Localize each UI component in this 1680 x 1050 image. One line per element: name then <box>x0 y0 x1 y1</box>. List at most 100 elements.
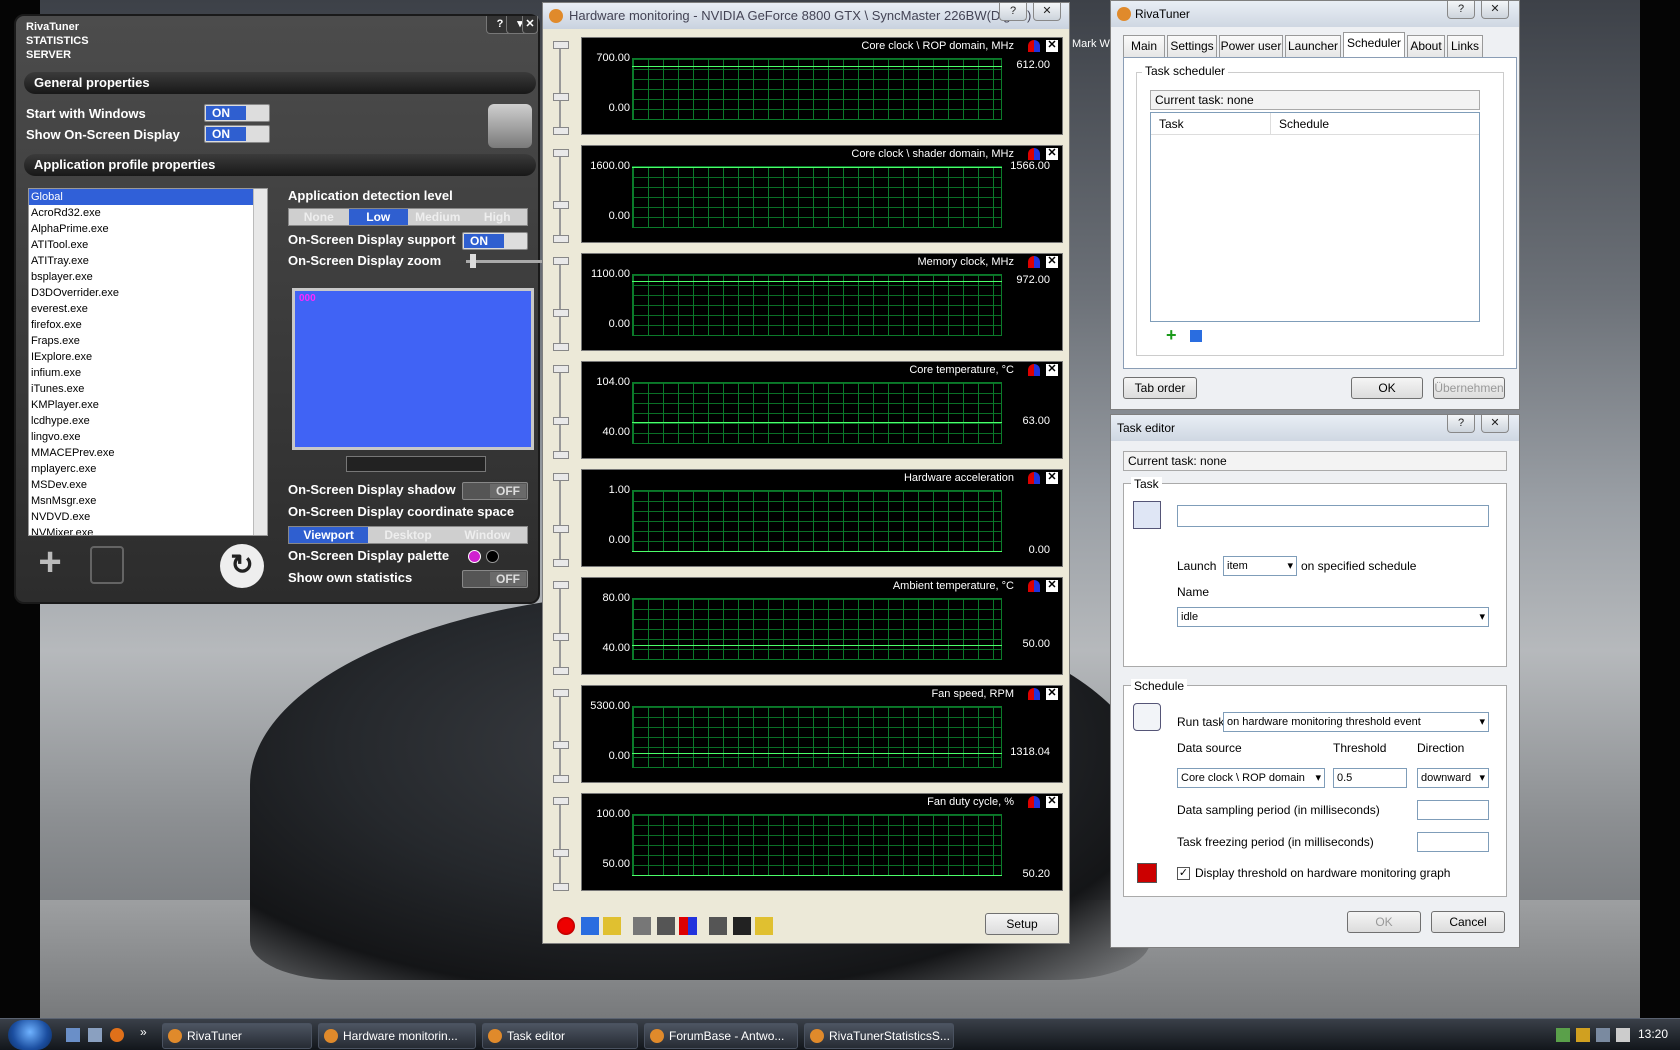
application-profile-list[interactable]: Global AcroRd32.exe AlphaPrime.exe ATITool.… <box>28 188 268 536</box>
osd-zoom-thumb[interactable] <box>470 254 476 268</box>
monitor-graph[interactable]: Core clock \ ROP domain, MHz 700.00 0.00 61… <box>581 37 1063 135</box>
task-input[interactable] <box>1177 505 1489 527</box>
help-button[interactable]: ? <box>999 3 1027 21</box>
slider-knob[interactable] <box>553 235 569 243</box>
tab-launcher[interactable]: Launcher <box>1285 35 1341 57</box>
coord-viewport[interactable]: Viewport <box>289 527 369 543</box>
monitor-graph[interactable]: Core temperature, °C 104.00 40.00 63.00 ✕ <box>581 361 1063 459</box>
magnet-icon[interactable] <box>1028 580 1040 592</box>
slider-knob[interactable] <box>553 257 569 265</box>
tray-icon-1[interactable] <box>1556 1028 1570 1042</box>
slider-knob[interactable] <box>553 689 569 697</box>
slider-knob[interactable] <box>553 41 569 49</box>
add-profile-icon[interactable]: + <box>30 542 70 584</box>
osd-shadow-toggle[interactable]: OFF <box>462 482 528 500</box>
app-profile-item[interactable]: Fraps.exe <box>29 333 267 349</box>
slider-knob[interactable] <box>553 473 569 481</box>
run-task-select[interactable]: on hardware monitoring threshold event <box>1223 712 1489 732</box>
magnet-icon[interactable] <box>1028 256 1040 268</box>
detection-low[interactable]: Low <box>348 209 408 225</box>
graph-scale-slider[interactable] <box>559 41 561 133</box>
graph-scale-slider[interactable] <box>559 797 561 889</box>
monitor-graph[interactable]: Hardware acceleration 1.00 0.00 0.00 ✕ <box>581 469 1063 567</box>
show-osd-toggle[interactable]: ON <box>204 125 270 143</box>
setup-button[interactable]: Setup <box>985 913 1059 935</box>
record-icon[interactable] <box>557 917 575 935</box>
osd-zoom-slider[interactable] <box>466 260 542 263</box>
osd-preview[interactable]: 000 <box>292 288 534 450</box>
cancel-button[interactable]: Cancel <box>1431 911 1505 933</box>
app-profile-item[interactable]: everest.exe <box>29 301 267 317</box>
graph-scale-slider[interactable] <box>559 473 561 565</box>
palette-color-text[interactable] <box>468 550 481 563</box>
graph-scale-slider[interactable] <box>559 581 561 673</box>
trash-icon[interactable] <box>90 546 124 584</box>
magnet-icon[interactable] <box>1028 364 1040 376</box>
magnet-icon[interactable] <box>1028 796 1040 808</box>
close-graph-icon[interactable]: ✕ <box>1046 796 1058 808</box>
task-list[interactable]: Task Schedule <box>1150 112 1480 322</box>
close-graph-icon[interactable]: ✕ <box>1046 580 1058 592</box>
slider-knob[interactable] <box>553 309 569 317</box>
taskbar-item[interactable]: ForumBase - Antwo... <box>644 1023 798 1049</box>
palette-color-shadow[interactable] <box>486 550 499 563</box>
app-profile-item[interactable]: AlphaPrime.exe <box>29 221 267 237</box>
close-button[interactable]: ✕ <box>1033 3 1061 21</box>
monitor-graph[interactable]: Fan duty cycle, % 100.00 50.00 50.20 ✕ <box>581 793 1063 891</box>
slider-knob[interactable] <box>553 451 569 459</box>
slider-knob[interactable] <box>553 149 569 157</box>
magnet-icon[interactable] <box>1028 472 1040 484</box>
app-profile-item[interactable]: AcroRd32.exe <box>29 205 267 221</box>
close-button[interactable]: ✕ <box>1481 1 1509 19</box>
graph-scale-slider[interactable] <box>559 365 561 457</box>
tab-scheduler[interactable]: Scheduler <box>1343 32 1405 58</box>
app-profile-item[interactable]: infium.exe <box>29 365 267 381</box>
app-profile-item[interactable]: firefox.exe <box>29 317 267 333</box>
pause-icon[interactable] <box>581 917 599 935</box>
slider-knob[interactable] <box>553 417 569 425</box>
taskbar-item[interactable]: Hardware monitorin... <box>318 1023 476 1049</box>
app-profile-item[interactable]: lcdhype.exe <box>29 413 267 429</box>
slider-knob[interactable] <box>553 633 569 641</box>
detection-none[interactable]: None <box>289 209 349 225</box>
save-icon[interactable] <box>733 917 751 935</box>
coord-desktop[interactable]: Desktop <box>368 527 447 543</box>
monitor-graph[interactable]: Memory clock, MHz 1100.00 0.00 972.00 ✕ <box>581 253 1063 351</box>
app-profile-item[interactable]: D3DOverrider.exe <box>29 285 267 301</box>
show-desktop-icon[interactable] <box>66 1028 80 1042</box>
slider-knob[interactable] <box>553 365 569 373</box>
tab-power-user[interactable]: Power user <box>1219 35 1283 57</box>
column-schedule[interactable]: Schedule <box>1271 113 1479 135</box>
coord-window[interactable]: Window <box>448 527 527 543</box>
windows-icon[interactable] <box>633 917 651 935</box>
app-profile-item[interactable]: NVMixer.exe <box>29 525 267 535</box>
slider-knob[interactable] <box>553 525 569 533</box>
app-profile-item[interactable]: ATITray.exe <box>29 253 267 269</box>
close-graph-icon[interactable]: ✕ <box>1046 688 1058 700</box>
slider-knob[interactable] <box>553 343 569 351</box>
detection-medium[interactable]: Medium <box>408 209 468 225</box>
slider-knob[interactable] <box>553 201 569 209</box>
quicklaunch-more-icon[interactable]: » <box>140 1025 147 1039</box>
slider-knob[interactable] <box>553 741 569 749</box>
own-stats-toggle[interactable]: OFF <box>462 570 528 588</box>
wrench-icon[interactable] <box>488 104 532 148</box>
folder-icon[interactable] <box>755 917 773 935</box>
desktop-icon-label[interactable]: Mark W <box>1072 38 1110 50</box>
close-graph-icon[interactable]: ✕ <box>1046 40 1058 52</box>
cursor-icon[interactable] <box>603 917 621 935</box>
slider-knob[interactable] <box>553 93 569 101</box>
sampling-input[interactable] <box>1417 800 1489 820</box>
tab-settings[interactable]: Settings <box>1167 35 1217 57</box>
tray-volume-icon[interactable] <box>1616 1028 1630 1042</box>
display-threshold-checkbox[interactable]: ✓ <box>1177 867 1190 880</box>
graph-scale-slider[interactable] <box>559 689 561 781</box>
slider-knob[interactable] <box>553 775 569 783</box>
taskbar-item[interactable]: RivaTunerStatisticsS... <box>804 1023 954 1049</box>
tray-shield-icon[interactable] <box>1576 1028 1590 1042</box>
app-profile-item[interactable]: bsplayer.exe <box>29 269 267 285</box>
tab-about[interactable]: About <box>1407 35 1445 57</box>
clock[interactable]: 13:20 <box>1638 1027 1668 1041</box>
name-select[interactable]: idle <box>1177 607 1489 627</box>
close-graph-icon[interactable]: ✕ <box>1046 256 1058 268</box>
